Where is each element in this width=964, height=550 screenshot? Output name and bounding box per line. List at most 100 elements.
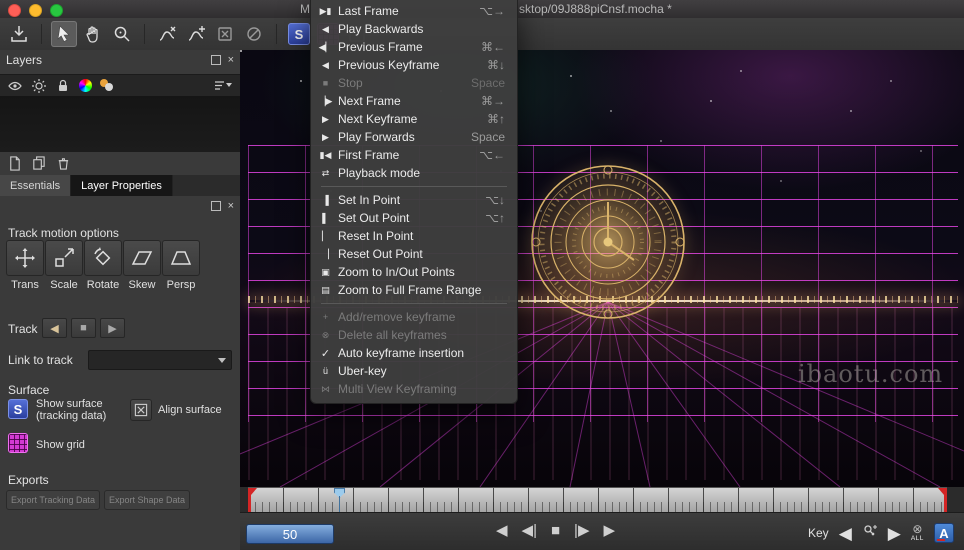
- spline-remove-tool-button[interactable]: [154, 21, 180, 47]
- playhead[interactable]: [334, 488, 345, 512]
- menu-item-previous-frame[interactable]: ◀▏ Previous Frame ⌘←: [311, 38, 517, 56]
- zoom-tool-button[interactable]: [109, 21, 135, 47]
- menu-item-last-frame[interactable]: ▶▮ Last Frame ⌥→: [311, 2, 517, 20]
- menu-item-play-backwards[interactable]: ◀ Play Backwards: [311, 20, 517, 38]
- key-add-icon: +: [322, 312, 329, 322]
- menu-item-playback-mode[interactable]: ⇄ Playback mode: [311, 164, 517, 182]
- add-keyframe-button[interactable]: [862, 523, 878, 544]
- key-plus-icon: [864, 524, 877, 535]
- pan-tool-button[interactable]: [80, 21, 106, 47]
- menu-item-uber-key[interactable]: ü Uber-key: [311, 362, 517, 380]
- close-panel-icon[interactable]: ×: [228, 200, 234, 212]
- show-surface-button[interactable]: S: [8, 399, 28, 419]
- menu-item-label: Reset In Point: [338, 229, 414, 243]
- menu-item-first-frame[interactable]: ▮◀ First Frame ⌥←: [311, 146, 517, 164]
- disable-tool-button[interactable]: [241, 21, 267, 47]
- menu-item-set-in-point[interactable]: ▐ Set In Point ⌥↓: [311, 191, 517, 209]
- visibility-eye-icon[interactable]: [7, 79, 23, 93]
- out-point-marker[interactable]: [938, 488, 947, 512]
- color-wheel-icon[interactable]: [79, 79, 92, 92]
- zoom-window-button[interactable]: [50, 4, 63, 17]
- rotation-button[interactable]: [84, 240, 122, 276]
- show-grid-button[interactable]: [8, 433, 28, 453]
- show-surface-toolbar-button[interactable]: S: [286, 21, 312, 47]
- toolbar-separator: [276, 24, 277, 44]
- stop-button[interactable]: ■: [551, 522, 560, 540]
- layer-list[interactable]: [0, 96, 240, 152]
- export-tracking-data-button[interactable]: Export Tracking Data: [6, 490, 100, 510]
- menu-item-shortcut: ⌘↓: [487, 58, 505, 72]
- skew-icon: [131, 251, 153, 265]
- current-frame-field[interactable]: 50: [246, 524, 334, 544]
- export-shape-data-button[interactable]: Export Shape Data: [104, 490, 190, 510]
- new-layer-icon[interactable]: [7, 155, 22, 171]
- frame-ruler[interactable]: [248, 487, 947, 512]
- menu-item-previous-keyframe[interactable]: ◀ Previous Keyframe ⌘↓: [311, 56, 517, 74]
- play-forwards-button[interactable]: ▶: [603, 522, 615, 540]
- skew-button[interactable]: [123, 240, 161, 276]
- play-backwards-button[interactable]: ◀: [496, 522, 508, 540]
- toolbar-separator: [144, 24, 145, 44]
- menu-item-reset-in-point[interactable]: ▏ Reset In Point: [311, 227, 517, 245]
- menu-item-shortcut: ⌥→: [479, 4, 505, 18]
- menu-item-next-keyframe[interactable]: ▶ Next Keyframe ⌘↑: [311, 110, 517, 128]
- tab-layer-properties[interactable]: Layer Properties: [71, 175, 173, 196]
- minimize-window-button[interactable]: [29, 4, 42, 17]
- surface-label: Surface: [8, 383, 50, 397]
- translate-icon: [15, 248, 35, 268]
- close-panel-icon[interactable]: ×: [228, 54, 234, 66]
- layer-filter-dropdown-icon[interactable]: [213, 79, 233, 92]
- track-backwards-button[interactable]: ◀: [42, 318, 67, 338]
- track-motion-options-label: Track motion options: [8, 226, 119, 240]
- menu-item-reset-out-point[interactable]: ▕ Reset Out Point: [311, 245, 517, 263]
- menu-item-add-remove-keyframe: + Add/remove keyframe: [311, 308, 517, 326]
- next-keyframe-button[interactable]: ▶: [888, 525, 901, 542]
- window-title-fragment-right: sktop/09J888piCnsf.mocha *: [519, 2, 672, 16]
- tab-essentials[interactable]: Essentials: [0, 175, 72, 196]
- menu-item-label: Next Keyframe: [338, 112, 418, 126]
- track-stop-button[interactable]: ■: [71, 318, 96, 338]
- track-forwards-button[interactable]: ▶: [100, 318, 125, 338]
- menu-item-auto-keyframe-insertion[interactable]: ✓ Auto keyframe insertion: [311, 344, 517, 362]
- duplicate-layer-icon[interactable]: [31, 155, 46, 171]
- traffic-lights: [8, 4, 63, 17]
- next-frame-button[interactable]: |▶: [574, 522, 589, 540]
- surface-icon: S: [288, 23, 310, 45]
- all-label: ALL: [910, 535, 924, 542]
- delete-shape-tool-button[interactable]: [212, 21, 238, 47]
- in-point-marker[interactable]: [248, 488, 257, 512]
- link-to-track-select[interactable]: [88, 350, 232, 370]
- layer-colors-icon[interactable]: [100, 79, 115, 92]
- align-surface-button[interactable]: [130, 399, 152, 421]
- translation-button[interactable]: [6, 240, 44, 276]
- close-window-button[interactable]: [8, 4, 21, 17]
- autosave-button[interactable]: A: [933, 523, 954, 543]
- float-panel-icon[interactable]: [210, 201, 221, 211]
- scale-button[interactable]: [45, 240, 83, 276]
- pointer-tool-button[interactable]: [51, 21, 77, 47]
- perspective-icon: [170, 251, 192, 265]
- lock-icon[interactable]: [55, 78, 71, 94]
- spline-x-icon: [159, 26, 176, 41]
- perspective-button[interactable]: [162, 240, 200, 276]
- next-keyframe-icon: ▶: [322, 113, 329, 124]
- import-clip-button[interactable]: [6, 21, 32, 47]
- spline-add-tool-button[interactable]: [183, 21, 209, 47]
- menu-item-zoom-to-full-frame-range[interactable]: ▤ Zoom to Full Frame Range: [311, 281, 517, 299]
- playback-controls: ◀ ◀| ■ |▶ ▶: [496, 522, 615, 540]
- gear-icon[interactable]: [31, 78, 47, 94]
- previous-frame-button[interactable]: ◀|: [522, 522, 537, 540]
- menu-item-set-out-point[interactable]: ▌ Set Out Point ⌥↑: [311, 209, 517, 227]
- menu-item-play-forwards[interactable]: ▶ Play Forwards Space: [311, 128, 517, 146]
- trash-icon[interactable]: [55, 155, 70, 171]
- menu-item-next-frame[interactable]: ▕▶ Next Frame ⌘→: [311, 92, 517, 110]
- all-layers-toggle[interactable]: ⊗ ALL: [910, 523, 924, 542]
- menu-item-shortcut: Space: [470, 130, 505, 144]
- show-surface-caption: Show surface (tracking data): [36, 398, 106, 422]
- menu-item-label: Previous Keyframe: [338, 58, 440, 72]
- motion-col-skew: Skew: [123, 240, 161, 291]
- menu-item-zoom-to-in-out-points[interactable]: ▣ Zoom to In/Out Points: [311, 263, 517, 281]
- float-panel-icon[interactable]: [210, 55, 221, 65]
- skew-label: Skew: [128, 279, 156, 291]
- previous-keyframe-button[interactable]: ◀: [839, 525, 852, 542]
